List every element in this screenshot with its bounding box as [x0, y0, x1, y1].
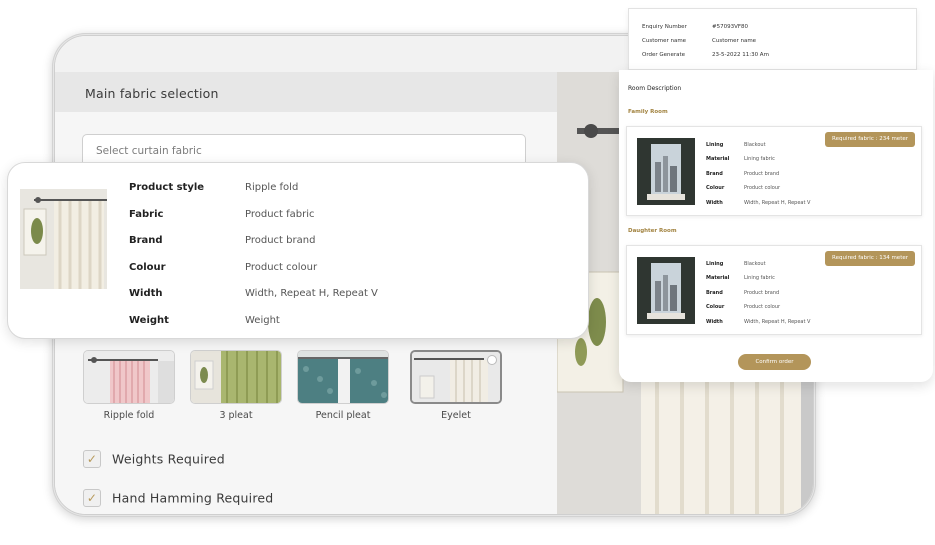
room-spec-key: Brand: [706, 171, 723, 177]
room-spec-key: Colour: [706, 304, 725, 310]
confirm-order-button[interactable]: Confirm order: [738, 354, 811, 370]
pleat-option-eyelet[interactable]: Eyelet: [410, 350, 502, 421]
pleat-label: Pencil pleat: [315, 410, 371, 421]
check-icon: ✓: [83, 450, 101, 468]
room-spec-key: Brand: [706, 290, 723, 296]
meta-key: Customer name: [642, 38, 687, 44]
hand-hamming-required-checkbox[interactable]: ✓ Hand Hamming Required: [83, 489, 273, 507]
spec-value: Width, Repeat H, Repeat V: [245, 288, 378, 299]
room-spec-key: Lining: [706, 142, 724, 148]
room-window-image: [637, 138, 695, 205]
pleat-option-pencil-pleat[interactable]: Pencil pleat: [297, 350, 389, 421]
order-meta-card: Enquiry Number #57093VF80 Customer name …: [628, 8, 917, 70]
room-spec-value: Product colour: [744, 304, 781, 310]
eyelet-image: [410, 350, 502, 404]
meta-value: Customer name: [712, 38, 757, 44]
spec-key: Fabric: [129, 209, 164, 220]
room-card-daughter: Lining Blackout Material Lining fabric Bra…: [626, 245, 922, 335]
spec-value: Ripple fold: [245, 182, 299, 193]
room-spec-key: Material: [706, 275, 730, 281]
spec-value: Product brand: [245, 235, 316, 246]
check-icon: ✓: [83, 489, 101, 507]
pleat-option-ripple-fold[interactable]: Ripple fold: [83, 350, 175, 421]
meta-value: 23-5-2022 11:30 Am: [712, 52, 769, 58]
spec-key: Weight: [129, 315, 169, 326]
product-image: [20, 189, 107, 289]
room-spec-key: Material: [706, 156, 730, 162]
room-card-family: Lining Blackout Material Lining fabric Bra…: [626, 126, 922, 216]
spec-key: Width: [129, 288, 163, 299]
pleat-option-3-pleat[interactable]: 3 pleat: [190, 350, 282, 421]
room-spec-value: Lining fabric: [744, 275, 775, 281]
selected-indicator: [487, 355, 497, 365]
room-spec-value: Product brand: [744, 171, 780, 177]
product-detail-card: Product style Ripple fold Fabric Product…: [7, 162, 589, 339]
3-pleat-image: [190, 350, 282, 404]
room-spec-value: Product colour: [744, 185, 781, 191]
room-spec-value: Product brand: [744, 290, 780, 296]
room-spec-value: Lining fabric: [744, 156, 775, 162]
spec-key: Brand: [129, 235, 163, 246]
spec-key: Product style: [129, 182, 205, 193]
meta-key: Order Generate: [642, 52, 686, 58]
pleat-label: Ripple fold: [103, 410, 155, 421]
checkbox-label: Hand Hamming Required: [112, 490, 274, 506]
page-title: Main fabric selection: [55, 72, 557, 112]
room-window-image: [637, 257, 695, 324]
checkbox-label: Weights Required: [112, 451, 225, 467]
room-spec-key: Lining: [706, 261, 724, 267]
room-name: Daughter Room: [628, 228, 677, 234]
room-name: Family Room: [628, 109, 668, 115]
weights-required-checkbox[interactable]: ✓ Weights Required: [83, 450, 225, 468]
pleat-options: Ripple fold 3 pleat Pencil pleat Eyelet: [55, 350, 557, 430]
spec-key: Colour: [129, 262, 166, 273]
pleat-label: Eyelet: [441, 410, 471, 421]
pleat-label: 3 pleat: [219, 410, 253, 421]
order-summary-panel: Room Description Family Room Lining Black…: [619, 70, 933, 382]
room-spec-value: Width, Repeat H, Repeat V: [744, 200, 811, 206]
ripple-fold-image: [83, 350, 175, 404]
room-spec-key: Width: [706, 200, 723, 206]
required-fabric-badge: Required fabric : 134 meter: [825, 251, 915, 266]
spec-value: Product colour: [245, 262, 318, 273]
meta-value: #57093VF80: [712, 24, 749, 30]
room-spec-key: Colour: [706, 185, 725, 191]
room-spec-value: Width, Repeat H, Repeat V: [744, 319, 811, 325]
spec-value: Product fabric: [245, 209, 315, 220]
spec-value: Weight: [245, 315, 280, 326]
room-spec-key: Width: [706, 319, 723, 325]
meta-key: Enquiry Number: [642, 24, 687, 30]
required-fabric-badge: Required fabric : 234 meter: [825, 132, 915, 147]
pencil-pleat-image: [297, 350, 389, 404]
room-description-title: Room Description: [628, 85, 682, 92]
